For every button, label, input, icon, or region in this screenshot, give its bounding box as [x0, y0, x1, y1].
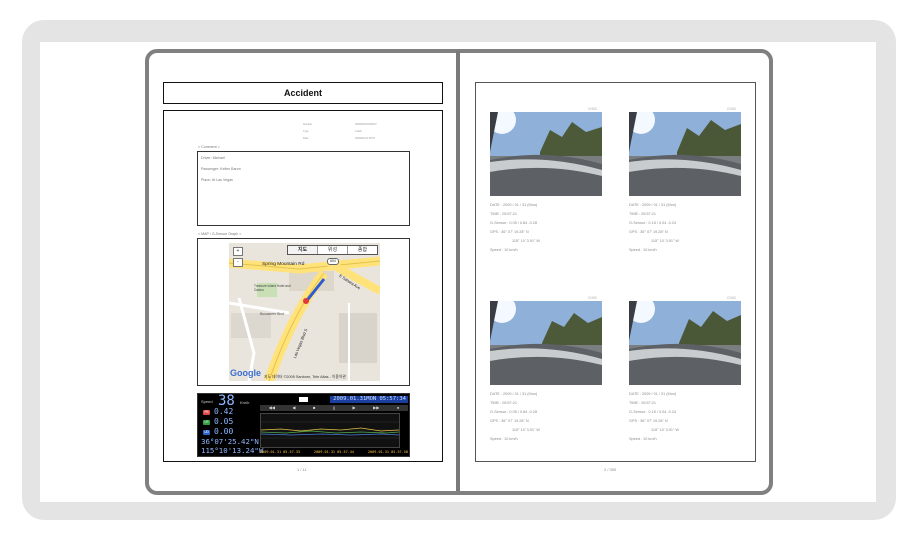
gsensor-fb-value: 0.42	[214, 407, 234, 416]
map-type-tabs: 지도 위성 종합	[287, 245, 378, 255]
info-gsensor: G-Sensor : 0.15 / 0.04 -0.24	[629, 221, 677, 225]
gsensor-lr-value: 0.05	[214, 417, 234, 426]
gsensor-graph-lines	[260, 421, 400, 439]
time-end: 2009.01.31 05.57.58	[367, 450, 408, 454]
zoom-in-button[interactable]: +	[233, 247, 243, 256]
thumbnail-filename: CH03	[727, 107, 736, 111]
playback-timestamp: 2009.01.31MON 05:57:34	[330, 396, 408, 403]
info-date: DATE : 2009 / 01 / 31 (Mon)	[490, 203, 538, 207]
stop-icon[interactable]: ■	[313, 405, 315, 411]
dashcam-image	[490, 301, 602, 385]
info-gps-lon: 115° 10' 3.91" W	[512, 239, 541, 243]
speed-label: Speed	[201, 399, 213, 404]
left-page-number: 1 / 11	[297, 467, 307, 472]
time-mid: 2009.01.31 05.57.44	[313, 450, 355, 454]
info-gps-lat: GPS : 36° 07' 19.28" N	[490, 419, 529, 423]
road-label-buccaneer: Buccaneer Blvd	[260, 312, 284, 316]
speed-unit: Km/h	[240, 400, 250, 405]
info-speed: Speed : 10 km/h	[629, 437, 657, 441]
snapshot-thumbnail[interactable]	[490, 112, 602, 196]
meta-value-date: 2009/01/31 05:57	[355, 137, 376, 140]
rewind-icon[interactable]: ◀◀	[269, 405, 275, 411]
poi-treasure-island: Treasure Island Hotel and Casino	[254, 284, 291, 292]
gsensor-ud-icon: UD	[203, 430, 210, 435]
right-page-number: 2 / 300	[604, 467, 617, 472]
report-title: Accident	[163, 82, 443, 104]
dashcam-image	[490, 112, 602, 196]
info-gps-lat: GPS : 36° 07' 19.28" N	[629, 419, 668, 423]
gsensor-graph	[260, 413, 400, 448]
info-speed: Speed : 10 km/h	[490, 437, 518, 441]
meta-value-number: 000000001/0000/7	[355, 123, 377, 126]
playback-controls: ◀◀ ◀ ■ || ▶ ▶▶ ●	[260, 405, 408, 411]
snapshot-thumbnail[interactable]	[629, 301, 741, 385]
info-gsensor: G-Sensor : 0.05 / 0.84 -0.28	[490, 221, 538, 225]
meta-label-type: Type	[303, 130, 309, 133]
zoom-out-button[interactable]: -	[233, 258, 243, 267]
comment-line: Driver: Michael	[201, 156, 225, 160]
info-gps-lat: GPS : 36° 07' 19.28" N	[629, 230, 668, 234]
road-label-spring-mountain: Spring Mountain Rd	[262, 262, 305, 267]
map-copyright: 지도 데이터 ©2009 Sanborn, Tele Atlas - 이용약관	[264, 375, 346, 379]
info-speed: Speed : 10 km/h	[490, 248, 518, 252]
gsensor-lr-icon: LR	[203, 420, 210, 425]
fast-forward-icon[interactable]: ▶▶	[373, 405, 379, 411]
play-icon[interactable]: ▶	[353, 405, 356, 411]
pause-icon[interactable]: ||	[333, 405, 335, 411]
info-gsensor: G-Sensor : 0.15 / 0.04 -0.24	[629, 410, 677, 414]
comment-line: Place: At Las Vegas	[201, 178, 233, 182]
map-section-label: < MAP / G-Sensor Graph >	[198, 232, 242, 236]
comment-box: Driver: Michael Passenger: Kellen Baron …	[197, 151, 410, 226]
info-speed: Speed : 10 km/h	[629, 248, 657, 252]
dashcam-image	[629, 301, 741, 385]
tab-map[interactable]: 지도	[288, 246, 317, 254]
playback-hud: Speed 38 Km/h FB 0.42 LR 0.05 UD 0.00 36…	[197, 393, 410, 457]
info-time: TIME : 05:57:21	[490, 401, 518, 405]
info-date: DATE : 2009 / 01 / 31 (Mon)	[629, 392, 677, 396]
thumbnail-filename: CH03	[588, 296, 597, 300]
map-graphics	[229, 243, 380, 381]
tab-satellite[interactable]: 위성	[317, 246, 347, 254]
gsensor-ud-value: 0.00	[214, 427, 234, 436]
info-gps-lon: 115° 10' 3.91" W	[651, 428, 680, 432]
gps-longitude: 115°10'13.24"W	[201, 446, 264, 455]
step-back-icon[interactable]: ◀	[292, 405, 295, 411]
thumbnail-filename: CH03	[588, 107, 597, 111]
info-time: TIME : 05:57:21	[629, 401, 657, 405]
tab-hybrid[interactable]: 종합	[347, 246, 377, 254]
google-logo: Google	[230, 368, 261, 378]
info-gps-lon: 115° 10' 3.91" W	[512, 428, 541, 432]
snapshot-thumbnail[interactable]	[490, 301, 602, 385]
camera-icon	[299, 397, 308, 402]
road-shield-604: 604	[327, 258, 339, 265]
info-time: TIME : 05:57:21	[629, 212, 657, 216]
map-zoom-control: + -	[233, 247, 245, 285]
meta-label-date: Date	[303, 137, 309, 140]
meta-value-type: Crash	[355, 130, 362, 133]
book-spine	[456, 51, 460, 491]
dashcam-image	[629, 112, 741, 196]
info-date: DATE : 2009 / 01 / 31 (Mon)	[490, 392, 538, 396]
info-gps-lon: 115° 10' 3.91" W	[651, 239, 680, 243]
time-start: 2009.01.31 05.57.33	[260, 450, 301, 454]
record-icon[interactable]: ●	[397, 405, 399, 411]
comment-section-label: < Comment >	[198, 145, 220, 149]
info-date: DATE : 2009 / 01 / 31 (Mon)	[629, 203, 677, 207]
gps-latitude: 36°07'25.42"N	[201, 437, 259, 446]
comment-line: Passenger: Kellen Baron	[201, 167, 241, 171]
snapshot-thumbnail[interactable]	[629, 112, 741, 196]
street-map[interactable]	[229, 243, 380, 381]
gsensor-fb-icon: FB	[203, 410, 210, 415]
info-gsensor: G-Sensor : 0.05 / 0.84 -0.28	[490, 410, 538, 414]
meta-label-number: Number	[303, 123, 313, 126]
info-time: TIME : 05:57:21	[490, 212, 518, 216]
thumbnail-filename: CH03	[727, 296, 736, 300]
info-gps-lat: GPS : 36° 07' 19.28" N	[490, 230, 529, 234]
timeline-times: 2009.01.31 05.57.33 2009.01.31 05.57.44 …	[260, 450, 408, 456]
